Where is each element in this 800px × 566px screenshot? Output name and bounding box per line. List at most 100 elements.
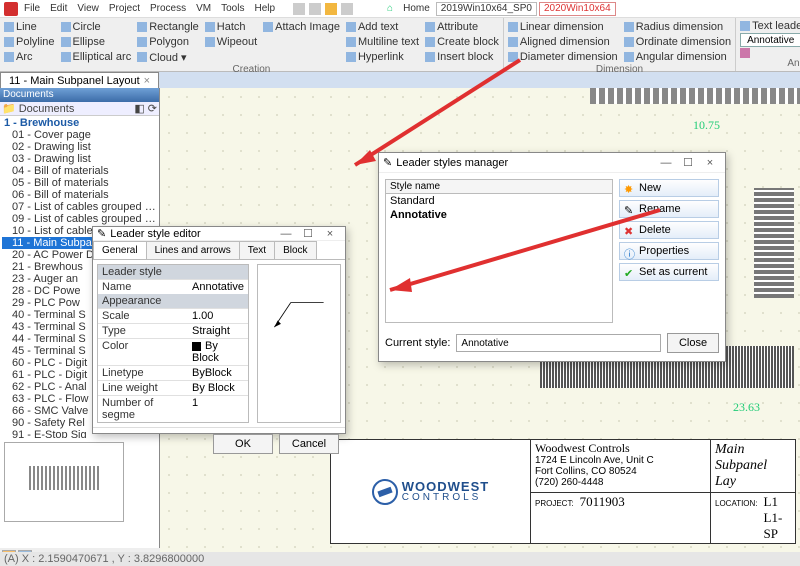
ribbon-cmd[interactable]: Cloud ▾: [137, 50, 199, 64]
pg-row[interactable]: NameAnnotative: [98, 279, 248, 294]
ribbon-cmd[interactable]: Create block: [425, 35, 499, 49]
ribbon-cmd[interactable]: Attribute: [425, 20, 499, 34]
new-button[interactable]: ✸New: [619, 179, 719, 197]
set-current-button[interactable]: ✔Set as current: [619, 263, 719, 281]
tree-node[interactable]: 04 - Bill of materials: [2, 165, 157, 177]
ribbon-cmd[interactable]: Line: [4, 20, 55, 34]
ribbon-icon: [137, 37, 147, 47]
title-block: WOODWESTCONTROLS Woodwest Controls 1724 …: [330, 439, 796, 544]
ribbon-cmd[interactable]: Hatch: [205, 20, 257, 34]
tab-text[interactable]: Text: [239, 241, 275, 259]
toolbar-icon[interactable]: [309, 3, 321, 15]
breadcrumb-item-active[interactable]: 2020Win10x64: [539, 2, 616, 16]
menu-edit[interactable]: Edit: [46, 3, 71, 14]
ribbon-cmd[interactable]: Angular dimension: [624, 50, 731, 64]
pg-row[interactable]: Number of segme1: [98, 395, 248, 422]
annotation-style-select[interactable]: Annotative: [740, 33, 800, 47]
ribbon-cmd[interactable]: Elliptical arc: [61, 50, 132, 64]
ribbon-cmd[interactable]: Radius dimension: [624, 20, 731, 34]
delete-button[interactable]: ✖Delete: [619, 221, 719, 239]
menu-tools[interactable]: Tools: [217, 3, 248, 14]
panel-toolbar-icon[interactable]: ◧: [134, 102, 144, 115]
leader-style-editor-dialog: ✎ Leader style editor — ☐ × General Line…: [92, 226, 346, 434]
ribbon-cmd[interactable]: Linear dimension: [508, 20, 618, 34]
ribbon-cmd[interactable]: Ordinate dimension: [624, 35, 731, 49]
ribbon-cmd[interactable]: [263, 35, 340, 49]
minimize-button[interactable]: —: [655, 157, 677, 169]
pg-row[interactable]: TypeStraight: [98, 323, 248, 338]
logo-glyph-icon: [372, 479, 398, 505]
check-icon: ✔: [624, 267, 634, 277]
ribbon-cmd[interactable]: Polyline: [4, 35, 55, 49]
ok-button[interactable]: OK: [213, 434, 273, 454]
properties-button[interactable]: ⓘProperties: [619, 242, 719, 260]
ribbon-cmd[interactable]: Rectangle: [137, 20, 199, 34]
toolbar-icon[interactable]: [293, 3, 305, 15]
ribbon-cmd[interactable]: [205, 50, 257, 64]
rename-button[interactable]: ✎Rename: [619, 200, 719, 218]
menu-view[interactable]: View: [73, 3, 103, 14]
pg-row[interactable]: LinetypeByBlock: [98, 365, 248, 380]
style-row-annotative[interactable]: Annotative: [386, 208, 612, 222]
grid-column-header[interactable]: Style name: [385, 179, 613, 194]
current-style-input[interactable]: [456, 334, 661, 352]
ribbon-cmd[interactable]: Arc: [4, 50, 55, 64]
ribbon-cmd[interactable]: Aligned dimension: [508, 35, 618, 49]
tab-block[interactable]: Block: [274, 241, 316, 259]
style-row-standard[interactable]: Standard: [386, 194, 612, 208]
ribbon-cmd[interactable]: Wipeout: [205, 35, 257, 49]
dialog-titlebar[interactable]: ✎ Leader style editor — ☐ ×: [93, 227, 345, 241]
ribbon-cmd[interactable]: Attach Image: [263, 20, 340, 34]
maximize-button[interactable]: ☐: [677, 156, 699, 169]
ribbon-cmd[interactable]: Diameter dimension: [508, 50, 618, 64]
tree-node[interactable]: 09 - List of cables grouped by refer: [2, 213, 157, 225]
menu-process[interactable]: Process: [146, 3, 190, 14]
toolbar-icon[interactable]: [325, 3, 337, 15]
minimize-button[interactable]: —: [275, 228, 297, 240]
tab-lines-arrows[interactable]: Lines and arrows: [146, 241, 240, 259]
cancel-button[interactable]: Cancel: [279, 434, 339, 454]
panel-toolbar-label: Documents: [19, 103, 75, 115]
menu-vm[interactable]: VM: [192, 3, 215, 14]
ribbon-cmd[interactable]: [263, 50, 340, 64]
menu-file[interactable]: File: [20, 3, 44, 14]
breadcrumb-home[interactable]: Home: [399, 3, 434, 14]
dimension-value: 10.75: [693, 118, 720, 133]
tree-root-node[interactable]: 1 - Brewhouse: [2, 117, 157, 129]
ribbon-cmd[interactable]: Circle: [61, 20, 132, 34]
panel-toolbar-icon[interactable]: ⟳: [148, 102, 157, 115]
ribbon-cmd[interactable]: Ellipse: [61, 35, 132, 49]
ribbon-cmd[interactable]: Multiline text: [346, 35, 419, 49]
tab-close-icon[interactable]: ×: [144, 75, 150, 87]
ribbon-cmd[interactable]: Add text: [346, 20, 419, 34]
cmd-text-leader[interactable]: Text leader: [740, 20, 800, 32]
ribbon-cmd[interactable]: Insert block: [425, 50, 499, 64]
document-tab[interactable]: 11 - Main Subpanel Layout ×: [0, 72, 159, 88]
tree-node[interactable]: 02 - Drawing list: [2, 141, 157, 153]
breadcrumb-item[interactable]: 2019Win10x64_SP0: [436, 2, 537, 16]
maximize-button[interactable]: ☐: [297, 227, 319, 240]
cmd-annotation-dropdown[interactable]: [740, 48, 800, 58]
close-button[interactable]: ×: [319, 228, 341, 240]
pg-row[interactable]: Line weightBy Block: [98, 380, 248, 395]
color-swatch-icon: [192, 342, 201, 351]
tree-node[interactable]: 05 - Bill of materials: [2, 177, 157, 189]
menu-help[interactable]: Help: [250, 3, 279, 14]
close-button-footer[interactable]: Close: [667, 333, 719, 353]
tab-general[interactable]: General: [93, 241, 147, 259]
tree-node[interactable]: 07 - List of cables grouped by refer: [2, 201, 157, 213]
close-button[interactable]: ×: [699, 157, 721, 169]
ribbon-cmd[interactable]: Polygon: [137, 35, 199, 49]
tree-node[interactable]: 01 - Cover page: [2, 129, 157, 141]
dialog-titlebar[interactable]: ✎ Leader styles manager — ☐ ×: [379, 153, 725, 173]
pg-row[interactable]: ColorBy Block: [98, 338, 248, 365]
toolbar-icon[interactable]: [341, 3, 353, 15]
tree-node[interactable]: 06 - Bill of materials: [2, 189, 157, 201]
home-icon[interactable]: ⌂: [383, 3, 397, 14]
ribbon-cmd[interactable]: Hyperlink: [346, 50, 419, 64]
dialog-icon: ✎: [97, 227, 106, 240]
pg-row[interactable]: Scale1.00: [98, 308, 248, 323]
menu-project[interactable]: Project: [105, 3, 144, 14]
ribbon-icon: [4, 37, 14, 47]
tree-node[interactable]: 03 - Drawing list: [2, 153, 157, 165]
